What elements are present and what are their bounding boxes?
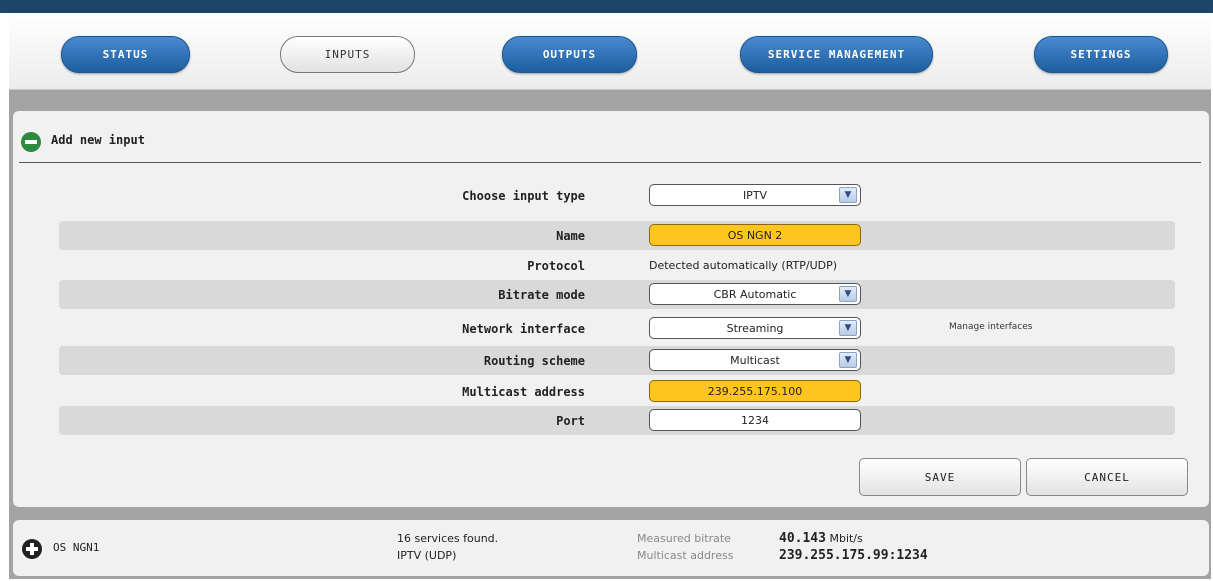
chevron-down-icon[interactable]: ▼ (839, 286, 857, 302)
port-label: Port (556, 414, 585, 428)
row-input-type: Choose input type IPTV ▼ (59, 181, 1175, 210)
row-routing-scheme: Routing scheme Multicast ▼ (59, 346, 1175, 375)
protocol-value: Detected automatically (RTP/UDP) (649, 259, 838, 272)
main-navigation: STATUS INPUTS OUTPUTS SERVICE MANAGEMENT… (9, 13, 1211, 90)
divider (19, 162, 1201, 163)
input-name: OS NGN1 (53, 541, 100, 554)
add-input-header[interactable]: Add new input (13, 111, 1209, 161)
top-bar (0, 0, 1213, 13)
bitrate-mode-value: CBR Automatic (713, 287, 797, 301)
input-type-value: IPTV (742, 188, 768, 202)
routing-scheme-select[interactable]: Multicast ▼ (649, 349, 861, 371)
input-type-label: Choose input type (462, 189, 585, 203)
row-protocol: Protocol Detected automatically (RTP/UDP… (59, 251, 1175, 280)
row-multicast-address: Multicast address 239.255.175.100 (59, 377, 1175, 406)
network-interface-value: Streaming (726, 321, 784, 335)
cancel-button[interactable]: CANCEL (1026, 458, 1188, 496)
row-network-interface: Network interface Streaming ▼ Manage int… (59, 314, 1175, 343)
main-frame: STATUS INPUTS OUTPUTS SERVICE MANAGEMENT… (9, 13, 1211, 579)
nav-settings-button[interactable]: SETTINGS (1034, 36, 1168, 73)
routing-scheme-label: Routing scheme (483, 354, 585, 368)
measured-bitrate: 40.143 Mbit/s (779, 531, 863, 546)
name-input[interactable]: OS NGN 2 (649, 224, 861, 246)
chevron-down-icon[interactable]: ▼ (839, 320, 857, 336)
port-value: 1234 (741, 413, 769, 427)
name-label: Name (556, 229, 585, 243)
nav-outputs-button[interactable]: OUTPUTS (502, 36, 637, 73)
multicast-address-label: Multicast address (462, 385, 585, 399)
bitrate-mode-select[interactable]: CBR Automatic ▼ (649, 283, 861, 305)
add-input-panel: Add new input Choose input type IPTV ▼ N… (13, 111, 1209, 507)
measured-bitrate-label: Measured bitrate (637, 532, 731, 545)
minus-circle-icon[interactable] (21, 132, 41, 152)
measured-bitrate-unit: Mbit/s (829, 532, 863, 545)
row-bitrate-mode: Bitrate mode CBR Automatic ▼ (59, 280, 1175, 309)
multicast-address-card-label: Multicast address (637, 549, 734, 562)
multicast-address-input[interactable]: 239.255.175.100 (649, 380, 861, 402)
measured-bitrate-value: 40.143 (779, 531, 826, 546)
plus-circle-icon[interactable] (22, 539, 42, 559)
name-value: OS NGN 2 (727, 228, 783, 242)
protocol-label: Protocol (527, 259, 585, 273)
manage-interfaces-link[interactable]: Manage interfaces (949, 322, 1032, 332)
chevron-down-icon[interactable]: ▼ (839, 352, 857, 368)
row-name: Name OS NGN 2 (59, 221, 1175, 250)
row-port: Port 1234 (59, 406, 1175, 435)
network-interface-select[interactable]: Streaming ▼ (649, 317, 861, 339)
multicast-address-card-value: 239.255.175.99:1234 (779, 548, 928, 563)
routing-scheme-value: Multicast (730, 353, 780, 367)
input-type: IPTV (UDP) (397, 549, 457, 562)
save-button[interactable]: SAVE (859, 458, 1021, 496)
port-input[interactable]: 1234 (649, 409, 861, 431)
chevron-down-icon[interactable]: ▼ (839, 187, 857, 203)
services-found: 16 services found. (397, 532, 499, 545)
bitrate-mode-label: Bitrate mode (498, 288, 585, 302)
network-interface-label: Network interface (462, 322, 585, 336)
multicast-address-value: 239.255.175.100 (707, 384, 803, 398)
input-card-os-ngn1[interactable]: OS NGN1 16 services found. IPTV (UDP) Me… (13, 520, 1209, 576)
nav-inputs-button[interactable]: INPUTS (280, 36, 415, 73)
nav-service-management-button[interactable]: SERVICE MANAGEMENT (740, 36, 933, 73)
input-type-select[interactable]: IPTV ▼ (649, 184, 861, 206)
nav-status-button[interactable]: STATUS (61, 36, 190, 73)
panel-title: Add new input (51, 133, 145, 147)
